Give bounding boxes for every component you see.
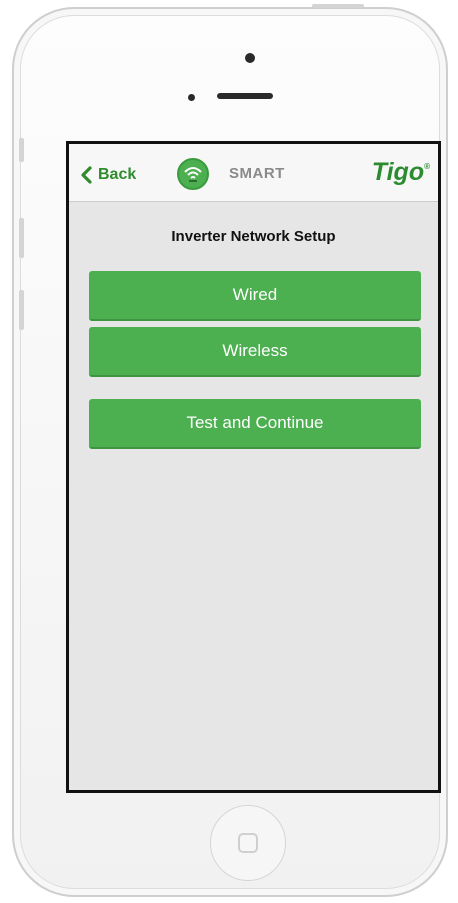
home-button-icon [238,833,258,853]
logo-mark: ® [424,162,430,171]
chevron-left-icon [81,166,92,184]
wifi-icon [177,158,209,190]
volume-down-button [19,290,24,330]
test-and-continue-button[interactable]: Test and Continue [89,399,421,449]
app-label: SMART [229,165,285,182]
wireless-button[interactable]: Wireless [89,327,421,377]
mute-switch [19,138,24,162]
proximity-sensor [188,94,195,101]
back-label: Back [98,166,137,183]
home-button[interactable] [210,805,286,881]
earpiece-speaker [217,93,273,99]
volume-up-button [19,218,24,258]
page-title: Inverter Network Setup [171,228,336,245]
app-screen: Back SMART Tigo® Inverter Network Setup … [66,141,441,793]
tigo-logo: Tigo® [372,158,430,187]
phone-frame: Back SMART Tigo® Inverter Network Setup … [12,7,448,897]
front-camera [245,53,255,63]
wired-button[interactable]: Wired [89,271,421,321]
navigation-bar: Back SMART Tigo® [69,144,438,202]
back-button[interactable]: Back [81,164,136,186]
logo-text: Tigo [371,158,425,186]
power-button [312,4,364,8]
